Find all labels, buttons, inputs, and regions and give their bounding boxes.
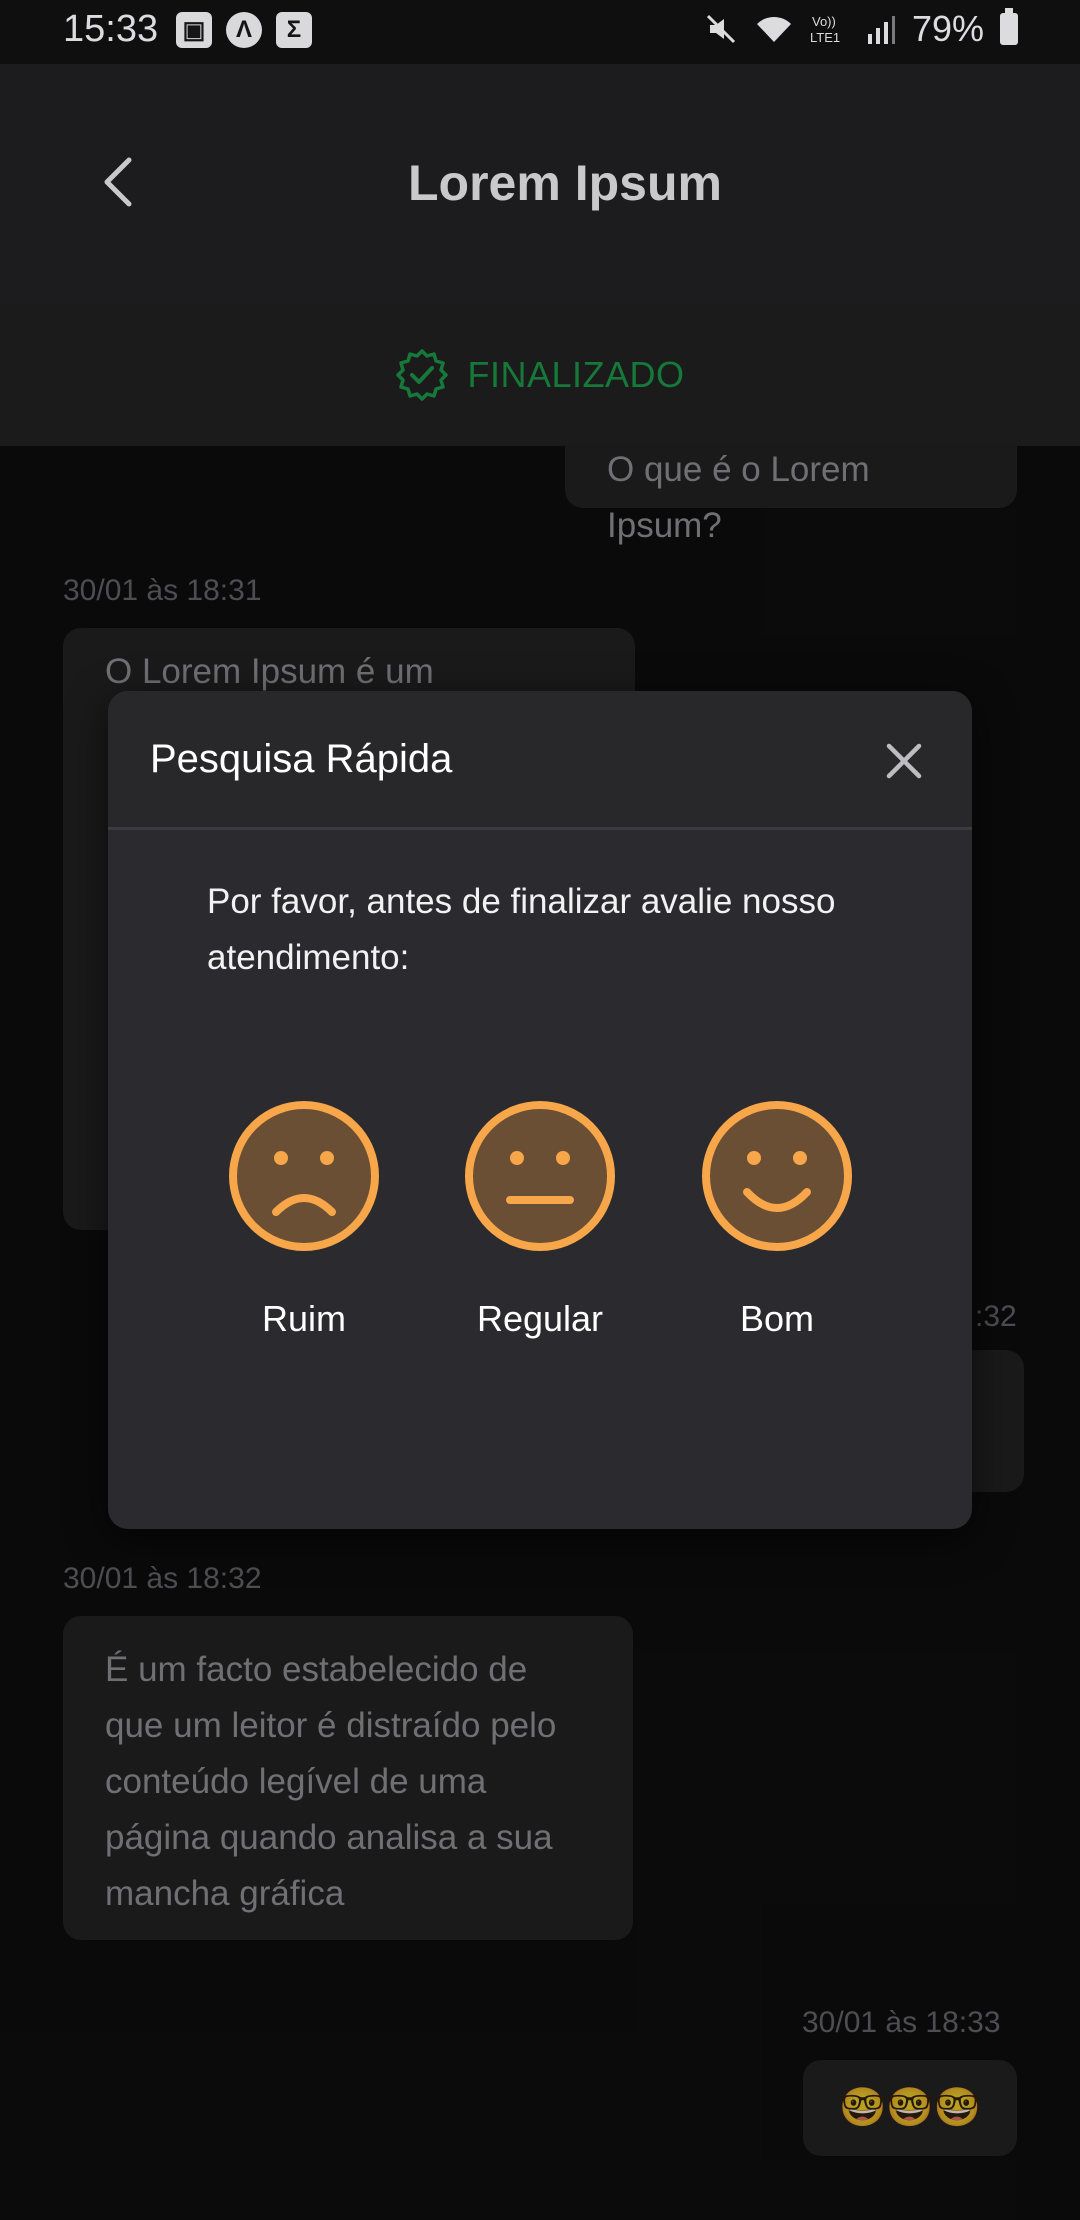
rating-option-ruim[interactable]: Ruim — [184, 1100, 424, 1340]
battery-percentage: 79% — [911, 8, 984, 49]
close-button[interactable] — [884, 741, 924, 781]
dialog-title: Pesquisa Rápida — [150, 737, 453, 781]
volte-lte-icon: Vo))LTE1 — [810, 14, 840, 45]
signal-icon — [867, 16, 895, 44]
rating-label: Bom — [739, 1298, 815, 1339]
dialog-header: Pesquisa Rápida — [108, 691, 972, 830]
survey-question: Por favor, antes de finalizar avalie nos… — [207, 882, 836, 977]
svg-text:LTE1: LTE1 — [810, 30, 840, 45]
close-icon — [886, 743, 922, 779]
rating-option-regular[interactable]: Regular — [420, 1100, 660, 1340]
image-icon: ▣ — [176, 12, 212, 48]
page-title: Lorem Ipsum — [408, 155, 722, 211]
mute-icon — [706, 14, 735, 44]
sad-face-icon — [229, 1101, 379, 1251]
neutral-face-icon — [465, 1101, 615, 1251]
happy-face-icon — [702, 1101, 852, 1251]
status-bar: 15:33 ▣ Λ Σ Vo)) LTE1 79% — [0, 0, 1080, 64]
rating-option-bom[interactable]: Bom — [657, 1100, 897, 1340]
rating-label: Regular — [476, 1298, 604, 1339]
svg-text:Vo)): Vo)) — [812, 14, 836, 29]
app-header: Lorem Ipsum — [0, 64, 1080, 304]
survey-dialog: Pesquisa Rápida Por favor, antes de fina… — [108, 691, 972, 1529]
rating-label: Ruim — [261, 1298, 346, 1339]
lambda-icon: Λ — [226, 12, 262, 48]
wifi-icon — [756, 16, 791, 42]
sigma-icon: Σ — [276, 12, 312, 48]
system-icons: Vo)) LTE1 79% — [704, 8, 1018, 50]
notification-icons: ▣ Λ Σ — [176, 12, 312, 48]
battery-icon — [1000, 8, 1018, 45]
status-time: 15:33 — [63, 8, 159, 50]
